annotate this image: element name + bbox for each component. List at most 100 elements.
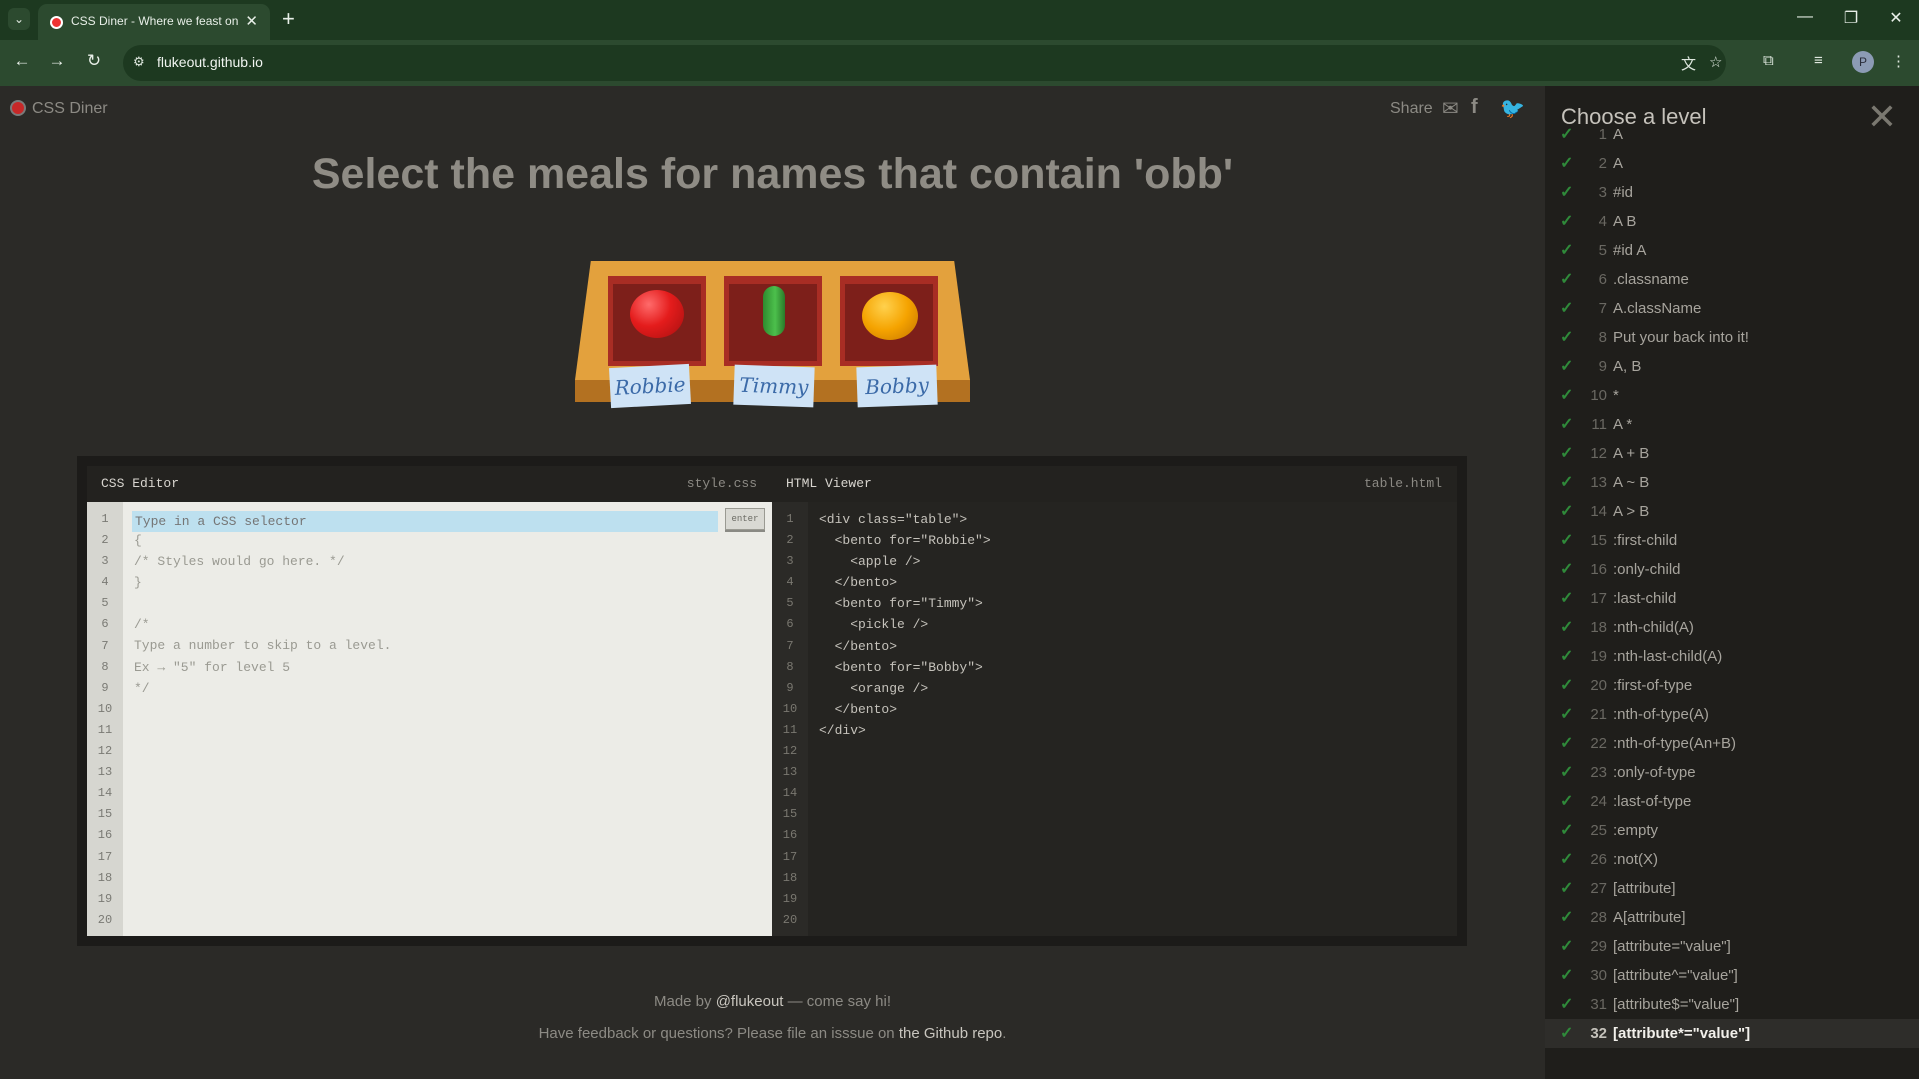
author-link[interactable]: @flukeout [716, 993, 784, 1010]
level-number: 26 [1590, 851, 1607, 868]
browser-menu-icon[interactable]: ⋮ [1891, 52, 1906, 70]
html-markup: <div class="table"> <bento for="Robbie">… [819, 512, 991, 738]
level-item[interactable]: ✓ 6 .classname [1545, 265, 1919, 294]
media-controls-icon[interactable]: ≡ [1814, 52, 1823, 69]
level-item[interactable]: ✓ 11 A * [1545, 410, 1919, 439]
level-number: 9 [1598, 358, 1607, 375]
game-page: CSS Diner Share ✉ f 🐦 Select the meals f… [0, 86, 1919, 1079]
level-item[interactable]: ✓ 17:last-child [1545, 584, 1919, 613]
minimize-button[interactable]: — [1790, 8, 1820, 26]
twitter-icon[interactable]: 🐦 [1500, 96, 1525, 121]
level-item[interactable]: ✓ 29 [attribute="value"] [1545, 932, 1919, 961]
checkmark-icon: ✓ [1560, 242, 1574, 259]
extensions-icon[interactable]: ⧉ [1763, 52, 1774, 69]
css-editor-pane: 1 2 3 4 5 6 7 8 9 10 11 12 13 14 15 16 1… [87, 502, 772, 936]
translate-icon[interactable]: 文 [1681, 53, 1696, 74]
checkmark-icon: ✓ [1560, 822, 1574, 839]
checkmark-icon: ✓ [1560, 445, 1574, 462]
new-tab-button[interactable]: + [282, 6, 295, 32]
level-item[interactable]: ✓ 28 A[attribute] [1545, 903, 1919, 932]
level-name: :first-of-type [1613, 677, 1693, 694]
level-item[interactable]: ✓ 2 A [1545, 149, 1919, 178]
restore-button[interactable]: ❐ [1836, 8, 1866, 28]
level-item[interactable]: ✓ 24:last-of-type [1545, 787, 1919, 816]
site-info-icon[interactable]: ⚙ [133, 54, 145, 70]
level-number: 18 [1590, 619, 1607, 636]
level-item[interactable]: ✓ 12 A + B [1545, 439, 1919, 468]
tab-close-icon[interactable]: ✕ [245, 12, 258, 30]
level-name: A [1613, 126, 1624, 143]
checkmark-icon: ✓ [1560, 1025, 1574, 1042]
pickle-item[interactable] [763, 286, 785, 336]
level-number: 24 [1590, 793, 1607, 810]
bookmark-star-icon[interactable]: ☆ [1709, 53, 1722, 71]
level-item[interactable]: ✓ 23:only-of-type [1545, 758, 1919, 787]
profile-avatar[interactable]: P [1852, 51, 1874, 73]
close-window-button[interactable]: ✕ [1881, 8, 1911, 28]
level-item[interactable]: ✓ 21:nth-of-type(A) [1545, 700, 1919, 729]
browser-tab[interactable]: CSS Diner - Where we feast on ✕ [38, 4, 270, 40]
level-item[interactable]: ✓ 10 * [1545, 381, 1919, 410]
level-item[interactable]: ✓ 31 [attribute$="value"] [1545, 990, 1919, 1019]
email-icon[interactable]: ✉ [1442, 96, 1459, 121]
html-viewer-pane: 1 2 3 4 5 6 7 8 9 10 11 12 13 14 15 16 1… [772, 502, 1457, 936]
level-item[interactable]: ✓ 9 A, B [1545, 352, 1919, 381]
level-name: :only-child [1613, 561, 1681, 578]
level-item[interactable]: ✓ 27 [attribute] [1545, 874, 1919, 903]
level-name: :empty [1613, 822, 1659, 839]
level-number: 23 [1590, 764, 1607, 781]
reload-button[interactable]: ↻ [82, 51, 106, 71]
level-item[interactable]: ✓ 8 Put your back into it! [1545, 323, 1919, 352]
checkmark-icon: ✓ [1560, 793, 1574, 810]
level-name: .classname [1613, 271, 1689, 288]
checkmark-icon: ✓ [1560, 648, 1574, 665]
level-item[interactable]: ✓ 3 #id [1545, 178, 1919, 207]
css-filename: style.css [686, 476, 757, 491]
level-item[interactable]: ✓ 32 [attribute*="value"] [1545, 1019, 1919, 1048]
level-item[interactable]: ✓ 16:only-child [1545, 555, 1919, 584]
facebook-icon[interactable]: f [1471, 96, 1478, 119]
level-item[interactable]: ✓ 19:nth-last-child(A) [1545, 642, 1919, 671]
level-number: 28 [1590, 909, 1607, 926]
level-name: A B [1613, 213, 1637, 230]
address-bar[interactable]: ⚙ flukeout.github.io 文 ☆ [123, 45, 1726, 81]
checkmark-icon: ✓ [1560, 503, 1574, 520]
feedback-text: Have feedback or questions? Please file … [538, 1025, 899, 1042]
line-numbers: 1 2 3 4 5 6 7 8 9 10 11 12 13 14 15 16 1… [87, 502, 123, 936]
checkmark-icon: ✓ [1560, 155, 1574, 172]
level-item[interactable]: ✓ 13 A ~ B [1545, 468, 1919, 497]
html-viewer-title: HTML Viewer [786, 476, 872, 491]
url-text: flukeout.github.io [157, 54, 263, 70]
level-item[interactable]: ✓ 26:not(X) [1545, 845, 1919, 874]
checkmark-icon: ✓ [1560, 561, 1574, 578]
checkmark-icon: ✓ [1560, 619, 1574, 636]
level-item[interactable]: ✓ 14 A > B [1545, 497, 1919, 526]
level-item[interactable]: ✓ 4 A B [1545, 207, 1919, 236]
level-sidebar: Choose a level ✕ ✓ 1 A ✓ 2 A ✓ 3 #id ✓ 4 A B ✓ 5 #id A… [1545, 86, 1919, 1079]
level-item[interactable]: ✓ 20:first-of-type [1545, 671, 1919, 700]
checkmark-icon: ✓ [1560, 996, 1574, 1013]
level-item[interactable]: ✓ 18:nth-child(A) [1545, 613, 1919, 642]
level-name: :nth-last-child(A) [1613, 648, 1723, 665]
site-logo[interactable]: CSS Diner [10, 100, 108, 118]
level-name: A > B [1613, 503, 1650, 520]
orange-item[interactable] [862, 292, 918, 340]
browser-toolbar: ← → ↻ ⚙ flukeout.github.io 文 ☆ ⧉ ≡ P ⋮ [0, 40, 1919, 86]
apple-item[interactable] [630, 290, 684, 338]
checkmark-icon: ✓ [1560, 532, 1574, 549]
level-item[interactable]: ✓ 25:empty [1545, 816, 1919, 845]
css-selector-input[interactable] [132, 511, 718, 532]
level-item[interactable]: ✓ 5 #id A [1545, 236, 1919, 265]
forward-button[interactable]: → [45, 51, 69, 71]
level-item[interactable]: ✓ 7 A.className [1545, 294, 1919, 323]
enter-button[interactable]: enter [725, 508, 765, 530]
level-item[interactable]: ✓ 30 [attribute^="value"] [1545, 961, 1919, 990]
credits-line: Made by @flukeout — come say hi! [0, 986, 1545, 1018]
level-item[interactable]: ✓ 15:first-child [1545, 526, 1919, 555]
back-button[interactable]: ← [10, 51, 34, 71]
level-item[interactable]: ✓ 22:nth-of-type(An+B) [1545, 729, 1919, 758]
github-repo-link[interactable]: the Github repo [899, 1025, 1002, 1042]
level-item[interactable]: ✓ 1 A [1545, 120, 1919, 149]
tab-search-button[interactable]: ⌄ [8, 8, 30, 30]
level-name: [attribute] [1613, 880, 1676, 897]
